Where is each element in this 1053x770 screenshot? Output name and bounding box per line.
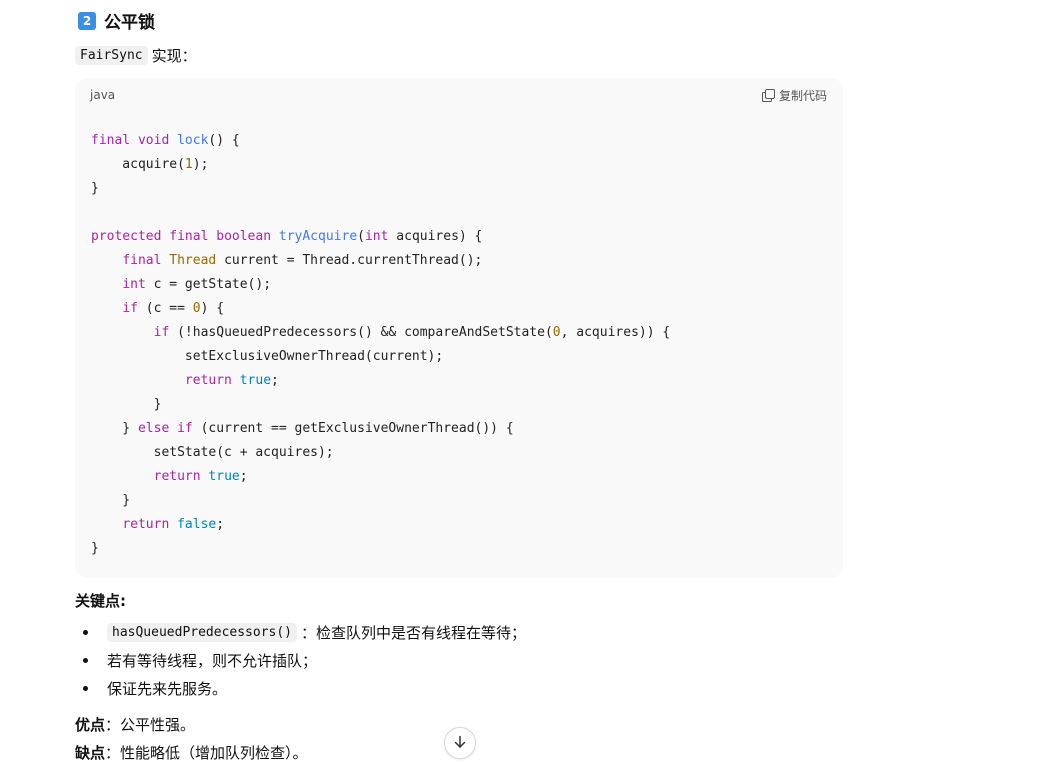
code-line: int c = getState(); xyxy=(122,277,272,292)
impl-suffix: 实现： xyxy=(151,47,197,65)
code-line: } xyxy=(91,397,162,412)
code-line: final void lock() { xyxy=(91,133,240,148)
key-point-text: ：检查队列中是否有线程在等待； xyxy=(301,623,527,642)
key-points-title: 关键点: xyxy=(75,592,126,610)
code-block: java 复制代码 final void lock() { acquire(1)… xyxy=(75,78,843,578)
copy-code-button[interactable]: 复制代码 xyxy=(761,87,827,104)
pros-text: ：公平性强。 xyxy=(105,716,196,734)
code-line: final Thread current = Thread.currentThr… xyxy=(122,253,483,268)
bullet-dot-icon xyxy=(83,629,88,635)
key-point-item: 若有等待线程，则不允许插队； xyxy=(83,646,526,674)
code-line: } xyxy=(91,181,99,196)
copy-icon xyxy=(761,89,775,102)
key-points-list: hasQueuedPredecessors() ：检查队列中是否有线程在等待； 若有… xyxy=(83,618,526,702)
code-line: if (!hasQueuedPredecessors() && compareA… xyxy=(153,325,671,340)
scroll-down-button[interactable] xyxy=(444,727,476,759)
key-point-text: 保证先来先服务。 xyxy=(107,679,228,698)
impl-line: FairSync 实现： xyxy=(75,45,197,66)
inline-code-class-name: FairSync xyxy=(75,46,148,65)
pros-line: 优点 ：公平性强。 xyxy=(75,714,195,735)
code-line: return true; xyxy=(153,469,248,484)
code-line: if (c == 0) { xyxy=(122,301,225,316)
code-line: } else if (current == getExclusiveOwnerT… xyxy=(91,421,514,436)
code-line: } xyxy=(91,541,99,556)
code-language-label: java xyxy=(90,88,116,102)
key-point-text: 若有等待线程，则不允许插队； xyxy=(107,651,318,670)
key-point-item: 保证先来先服务。 xyxy=(83,674,526,702)
code-line: protected final boolean tryAcquire(int a… xyxy=(91,229,483,244)
code-line: } xyxy=(91,493,131,508)
cons-label: 缺点 xyxy=(75,744,106,762)
code-line: return true; xyxy=(184,373,279,388)
copy-code-label: 复制代码 xyxy=(778,89,827,103)
code-line: setState(c + acquires); xyxy=(91,445,334,460)
code-line: acquire(1); xyxy=(91,157,209,172)
cons-line: 缺点 ：性能略低（增加队列检查）。 xyxy=(75,742,308,763)
section-title: 公平锁 xyxy=(104,13,155,33)
code-line: setExclusiveOwnerThread(current); xyxy=(91,349,444,364)
bullet-dot-icon xyxy=(83,657,88,663)
cons-text: ：性能略低（增加队列检查）。 xyxy=(105,744,308,762)
section-heading: 2 公平锁 xyxy=(78,8,155,33)
key-point-code: hasQueuedPredecessors() xyxy=(107,622,298,642)
code-content: final void lock() { acquire(1);} protect… xyxy=(91,129,670,561)
pros-label: 优点 xyxy=(75,716,106,734)
key-point-item: hasQueuedPredecessors() ：检查队列中是否有线程在等待； xyxy=(83,618,526,646)
code-line: return false; xyxy=(122,517,225,532)
arrow-down-icon xyxy=(453,734,467,753)
bullet-dot-icon xyxy=(83,685,88,691)
number-badge: 2 xyxy=(78,11,96,30)
page: 2 公平锁 FairSync 实现： java 复制代码 final void … xyxy=(0,0,1053,770)
